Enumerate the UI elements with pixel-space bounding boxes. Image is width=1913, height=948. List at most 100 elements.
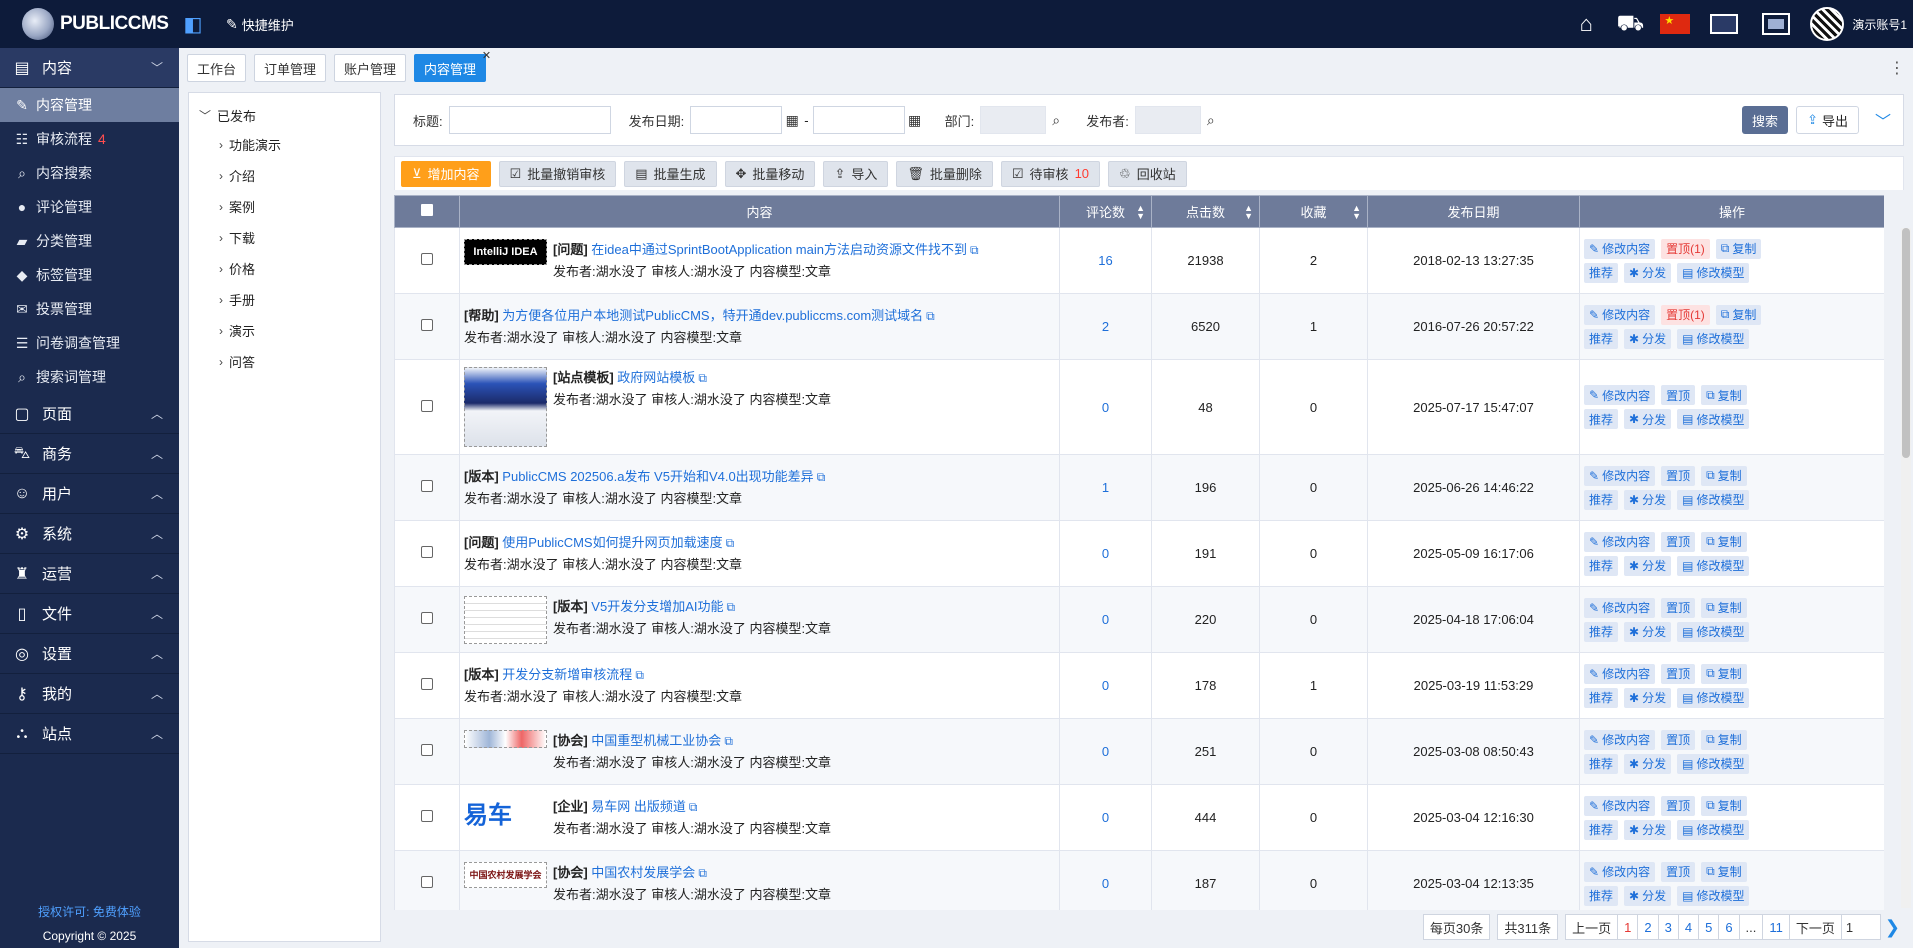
edit-model-button[interactable]: ▤ 修改模型 [1677, 489, 1750, 510]
header-favorites[interactable]: 收藏 ▲ ▼ [1259, 195, 1368, 228]
content-thumbnail[interactable] [464, 367, 547, 447]
pin-top-button[interactable]: 置顶 [1661, 385, 1696, 405]
comments-count-link[interactable]: 1 [1102, 480, 1109, 495]
sidebar-item-votes[interactable]: ✉ 投票管理 [0, 292, 179, 326]
select-all-checkbox[interactable] [421, 204, 433, 216]
pending-review-button[interactable]: ☑ 待审核 10 [1000, 160, 1101, 187]
distribute-button[interactable]: ✱ 分发 [1624, 621, 1672, 642]
row-checkbox[interactable] [421, 612, 433, 624]
logo[interactable]: PUBLICCMS [0, 8, 178, 40]
edit-model-button[interactable]: ▤ 修改模型 [1677, 409, 1750, 429]
external-link-icon[interactable]: ⧉ [817, 470, 826, 484]
add-content-button[interactable]: ⊻ 增加内容 [401, 160, 491, 187]
content-title-link[interactable]: 为方便各位用户本地测试PublicCMS，特开通dev.publiccms.co… [502, 308, 923, 323]
sidebar-item-approval-flow[interactable]: ☷ 审核流程 4 [0, 122, 179, 156]
export-button[interactable]: ⇪ 导出 [1796, 106, 1859, 134]
sidebar-group-mine[interactable]: ⚷ 我的 ︿ [0, 674, 179, 714]
edit-content-button[interactable]: ✎ 修改内容 [1584, 597, 1656, 618]
recommend-button[interactable]: 推荐 [1584, 885, 1619, 906]
copy-button[interactable]: ⧉ 复制 [1701, 597, 1747, 618]
search-icon[interactable]: ⌕ [1199, 106, 1223, 134]
external-link-icon[interactable]: ⧉ [970, 243, 979, 257]
next-page-button[interactable]: 下一页 [1788, 914, 1842, 940]
go-page-icon[interactable]: ❯ [1885, 917, 1900, 938]
sidebar-item-comments[interactable]: ● 评论管理 [0, 190, 179, 224]
edit-model-button[interactable]: ▤ 修改模型 [1677, 328, 1750, 349]
chevron-down-icon[interactable]: ﹀ [1875, 108, 1891, 132]
prev-page-button[interactable]: 上一页 [1565, 914, 1619, 940]
tree-root[interactable]: ﹀ 已发布 [189, 101, 380, 129]
content-title-link[interactable]: V5开发分支增加AI功能 [591, 599, 723, 614]
edit-content-button[interactable]: ✎ 修改内容 [1584, 729, 1656, 750]
vertical-scrollbar[interactable] [1901, 228, 1911, 908]
batch-delete-button[interactable]: 🗑 批量删除 [896, 160, 993, 187]
quick-maintain-button[interactable]: ✎ 快捷维护 [226, 15, 294, 34]
distribute-button[interactable]: ✱ 分发 [1624, 687, 1672, 708]
sidebar-group-settings[interactable]: ◎ 设置 ︿ [0, 634, 179, 674]
copy-button[interactable]: ⧉ 复制 [1701, 795, 1747, 816]
row-checkbox[interactable] [421, 876, 433, 888]
page-3[interactable]: 3 [1657, 914, 1679, 940]
page-4[interactable]: 4 [1677, 914, 1700, 940]
sidebar-group-content[interactable]: ▤ 内容 ﹀ [0, 48, 179, 88]
recommend-button[interactable]: 推荐 [1584, 819, 1619, 840]
tree-node[interactable]: › 介绍 [189, 160, 380, 191]
search-button[interactable]: 搜索 [1742, 106, 1789, 134]
tab-orders[interactable]: 订单管理 [254, 54, 327, 82]
content-title-link[interactable]: 政府网站模板 [617, 370, 695, 385]
external-link-icon[interactable]: ⧉ [726, 536, 735, 550]
edit-content-button[interactable]: ✎ 修改内容 [1584, 531, 1656, 552]
recommend-button[interactable]: 推荐 [1584, 489, 1619, 510]
import-button[interactable]: ⇪ 导入 [823, 160, 889, 187]
copy-button[interactable]: ⧉ 复制 [1701, 663, 1747, 684]
tree-node[interactable]: › 下载 [189, 222, 380, 253]
sidebar-group-commerce[interactable]: ⛍ 商务 ︿ [0, 434, 179, 474]
pin-top-button[interactable]: 置顶(1) [1661, 304, 1710, 325]
content-title-link[interactable]: 中国重型机械工业协会 [591, 733, 721, 748]
edit-content-button[interactable]: ✎ 修改内容 [1584, 238, 1656, 259]
batch-move-button[interactable]: ✥ 批量移动 [724, 160, 816, 187]
distribute-button[interactable]: ✱ 分发 [1624, 262, 1672, 283]
page-5[interactable]: 5 [1698, 914, 1720, 940]
recommend-button[interactable]: 推荐 [1584, 328, 1619, 349]
tree-node[interactable]: › 演示 [189, 315, 380, 346]
external-link-icon[interactable]: ⧉ [926, 309, 935, 323]
calendar-icon[interactable]: ▦ [780, 106, 804, 134]
tab-content-manage[interactable]: 内容管理 ✕ [414, 50, 491, 82]
header-comments[interactable]: 评论数 ▲ ▼ [1059, 195, 1152, 228]
tree-node[interactable]: › 价格 [189, 253, 380, 284]
content-thumbnail[interactable]: IntelliJ IDEA [464, 238, 547, 265]
external-link-icon[interactable]: ⧉ [698, 371, 707, 385]
row-checkbox[interactable] [421, 480, 433, 492]
sidebar-item-tags[interactable]: ◆ 标签管理 [0, 258, 179, 292]
header-clicks[interactable]: 点击数 ▲ ▼ [1151, 195, 1260, 228]
edit-content-button[interactable]: ✎ 修改内容 [1584, 663, 1656, 684]
edit-model-button[interactable]: ▤ 修改模型 [1677, 555, 1750, 576]
tab-accounts[interactable]: 账户管理 [334, 54, 407, 82]
edit-content-button[interactable]: ✎ 修改内容 [1584, 795, 1656, 816]
recommend-button[interactable]: 推荐 [1584, 621, 1619, 642]
content-title-link[interactable]: PublicCMS 202506.a发布 V5开始和V4.0出现功能差异 [502, 469, 813, 484]
end-date-input[interactable] [812, 106, 905, 134]
external-link-icon[interactable]: ⧉ [689, 800, 698, 814]
language-flag-icon[interactable] [1660, 14, 1691, 34]
pin-top-button[interactable]: 置顶 [1661, 597, 1696, 618]
comments-count-link[interactable]: 0 [1102, 744, 1109, 759]
sidebar-group-site[interactable]: ⛬ 站点 ︿ [0, 714, 179, 754]
external-link-icon[interactable]: ⧉ [635, 668, 644, 682]
copy-button[interactable]: ⧉ 复制 [1701, 465, 1747, 486]
pin-top-button[interactable]: 置顶 [1661, 663, 1696, 684]
distribute-button[interactable]: ✱ 分发 [1624, 328, 1672, 349]
recommend-button[interactable]: 推荐 [1584, 753, 1619, 774]
user-name[interactable]: 演示账号1 [1852, 16, 1907, 33]
edit-model-button[interactable]: ▤ 修改模型 [1677, 819, 1750, 840]
row-checkbox[interactable] [421, 744, 433, 756]
recycle-bin-button[interactable]: ♲ 回收站 [1108, 160, 1187, 187]
content-title-link[interactable]: 中国农村发展学会 [591, 865, 695, 880]
pin-top-button[interactable]: 置顶(1) [1661, 238, 1710, 259]
content-title-link[interactable]: 易车网 出版频道 [591, 799, 686, 814]
edit-model-button[interactable]: ▤ 修改模型 [1677, 621, 1750, 642]
external-link-icon[interactable]: ⧉ [698, 866, 707, 880]
fullscreen-icon[interactable] [1762, 13, 1791, 35]
pin-top-button[interactable]: 置顶 [1661, 795, 1696, 816]
